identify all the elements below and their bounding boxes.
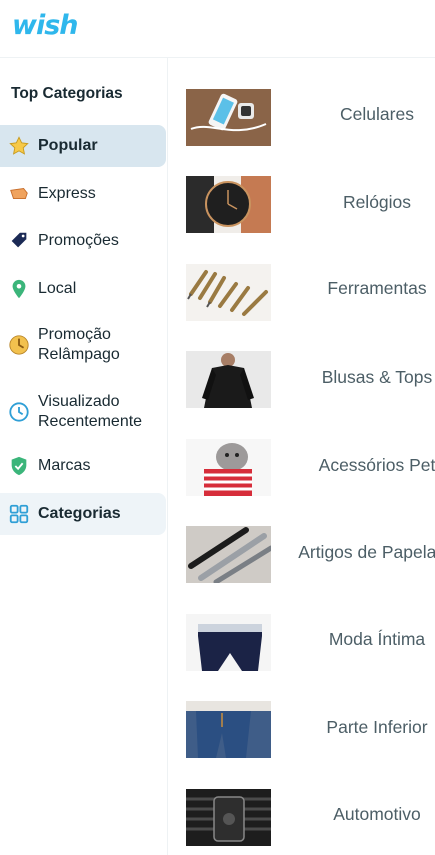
sidebar-item-label: Promoções bbox=[38, 232, 119, 249]
category-item-parte-inferior[interactable]: Parte Inferior bbox=[169, 685, 435, 773]
app-header: wish bbox=[0, 0, 435, 58]
underwear-image bbox=[186, 614, 271, 671]
pet-image bbox=[186, 439, 271, 496]
sidebar-item-visualizado-recentemente[interactable]: Visualizado Recentemente bbox=[0, 388, 166, 436]
jeans-image bbox=[186, 701, 271, 758]
sidebar-item-label: Marcas bbox=[38, 457, 91, 474]
category-item-moda-intima[interactable]: Moda Íntima bbox=[169, 597, 435, 685]
category-label: Moda Íntima bbox=[328, 629, 426, 649]
sidebar-item-popular[interactable]: Popular bbox=[0, 125, 166, 167]
category-label: Artigos de Papelaria bbox=[298, 542, 435, 562]
category-item-artigos-papelaria[interactable]: Artigos de Papelaria bbox=[169, 510, 435, 598]
sidebar-item-label: Visualizado Recentemente bbox=[38, 393, 143, 430]
sidebar-item-label: Local bbox=[38, 280, 77, 297]
sidebar-item-label: Express bbox=[38, 185, 96, 202]
car-mount-image bbox=[186, 789, 271, 846]
watch-image bbox=[186, 176, 271, 233]
verified-shield-icon bbox=[8, 455, 30, 477]
flash-deal-icon bbox=[8, 334, 30, 356]
sidebar-item-label: Promoção Relâmpago bbox=[38, 326, 120, 363]
sidebar: Top Categorias Popular Express Promoções… bbox=[0, 58, 168, 855]
category-label: Acessórios Pet bbox=[318, 455, 435, 475]
category-list: Celulares Relógios Ferramentas Blusas & … bbox=[169, 58, 435, 855]
category-label: Celulares bbox=[340, 104, 414, 124]
sidebar-item-categorias[interactable]: Categorias bbox=[0, 493, 166, 535]
sidebar-item-express[interactable]: Express bbox=[0, 173, 166, 215]
category-item-automotivo[interactable]: Automotivo bbox=[169, 772, 435, 855]
category-label: Relógios bbox=[342, 192, 412, 212]
sidebar-item-promocoes[interactable]: Promoções bbox=[0, 220, 166, 262]
location-pin-icon bbox=[8, 278, 30, 300]
category-label: Ferramentas bbox=[327, 278, 427, 298]
sidebar-item-label: Popular bbox=[38, 137, 98, 154]
category-item-blusas-tops[interactable]: Blusas & Tops bbox=[169, 335, 435, 423]
category-item-acessorios-pet[interactable]: Acessórios Pet bbox=[169, 422, 435, 510]
sidebar-title: Top Categorias bbox=[11, 85, 123, 102]
category-label: Blusas & Tops bbox=[321, 367, 433, 387]
category-item-celulares[interactable]: Celulares bbox=[169, 72, 435, 160]
wish-logo[interactable]: wish bbox=[12, 10, 78, 41]
shirt-image bbox=[186, 351, 271, 408]
category-label: Automotivo bbox=[333, 804, 421, 824]
sidebar-item-label: Categorias bbox=[38, 505, 121, 522]
category-item-ferramentas[interactable]: Ferramentas bbox=[169, 247, 435, 335]
category-item-relogios[interactable]: Relógios bbox=[169, 160, 435, 248]
sidebar-item-promocao-relampago[interactable]: Promoção Relâmpago bbox=[0, 321, 166, 369]
tag-icon bbox=[8, 230, 30, 252]
category-label: Parte Inferior bbox=[326, 717, 428, 737]
sidebar-item-marcas[interactable]: Marcas bbox=[0, 445, 166, 487]
pens-image bbox=[186, 526, 271, 583]
phone-image bbox=[186, 89, 271, 146]
grid-icon bbox=[8, 503, 30, 525]
sidebar-item-local[interactable]: Local bbox=[0, 268, 166, 310]
tools-image bbox=[186, 264, 271, 321]
clock-icon bbox=[8, 401, 30, 423]
star-icon bbox=[8, 135, 30, 157]
express-delivery-icon bbox=[8, 183, 30, 205]
